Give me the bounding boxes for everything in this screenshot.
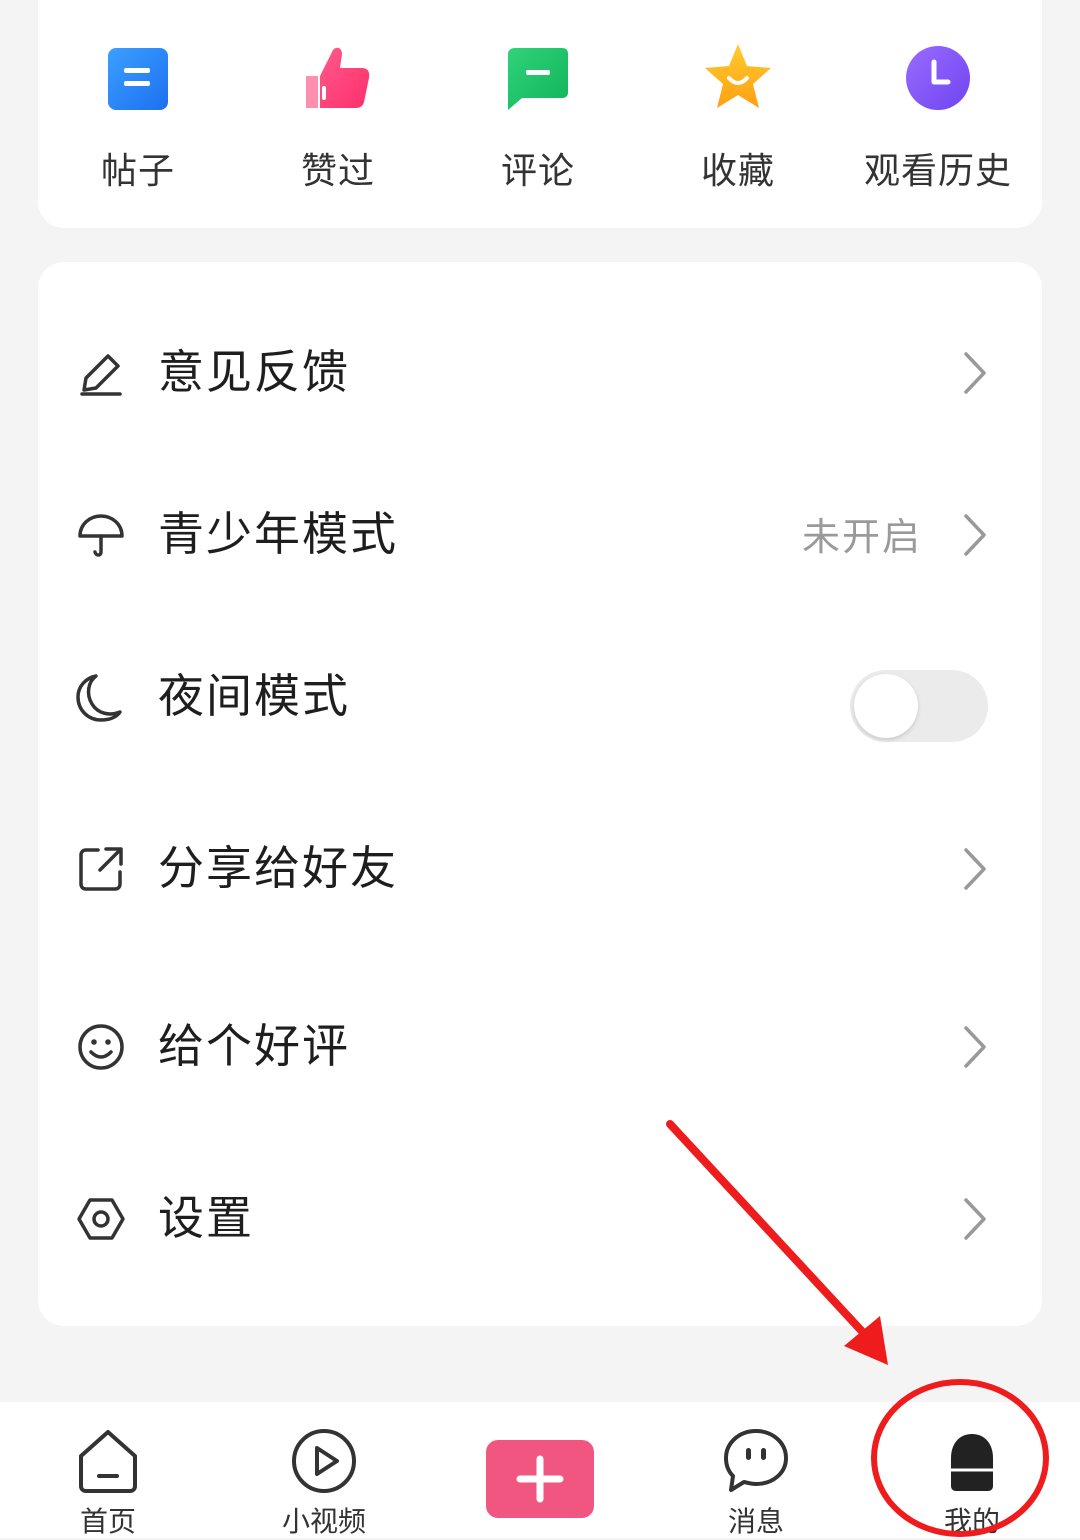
menu-item-share[interactable]: 分享给好友 (38, 808, 1042, 928)
toggle-knob (854, 674, 918, 738)
chevron-right-icon (964, 1026, 986, 1068)
pencil-icon (80, 354, 122, 396)
chat-bubble-icon (724, 1429, 788, 1492)
chevron-right-icon (964, 848, 986, 890)
share-label: 分享给好友 (158, 841, 398, 895)
tab-me[interactable]: 我的 (892, 1402, 1052, 1538)
bottom-tab-bar: 首页 小视频 消息 我的 (0, 1402, 1080, 1538)
star-icon (705, 44, 771, 108)
menu-card: 意见反馈 青少年模式 未开启 夜间模式 分享给好友 给个好评 设置 (38, 262, 1042, 1326)
user-icon (951, 1434, 993, 1491)
rate-label: 给个好评 (158, 1019, 350, 1073)
youth-mode-label: 青少年模式 (158, 507, 398, 561)
quick-item-favorites[interactable]: 收藏 (638, 0, 838, 228)
home-icon (79, 1430, 137, 1493)
menu-item-youth-mode[interactable]: 青少年模式 未开启 (38, 474, 1042, 594)
post-icon (108, 48, 168, 110)
night-mode-label: 夜间模式 (158, 669, 350, 723)
posts-label: 帖子 (100, 151, 175, 192)
history-label: 观看历史 (863, 151, 1012, 192)
night-mode-toggle[interactable] (850, 670, 988, 742)
tab-short-video-label: 小视频 (281, 1505, 366, 1538)
chevron-right-icon (964, 352, 986, 394)
tab-short-video[interactable]: 小视频 (244, 1402, 404, 1538)
plus-icon (516, 1455, 564, 1503)
comment-icon (508, 48, 568, 110)
menu-item-settings[interactable]: 设置 (38, 1158, 1042, 1278)
feedback-label: 意见反馈 (158, 345, 350, 399)
thumbs-up-icon (306, 47, 370, 108)
gear-icon (77, 1198, 125, 1240)
tab-me-label: 我的 (943, 1505, 1000, 1538)
umbrella-icon (78, 514, 124, 557)
quick-item-liked[interactable]: 赞过 (238, 0, 438, 228)
favorites-label: 收藏 (700, 151, 775, 192)
chevron-right-icon (964, 514, 986, 556)
tab-messages[interactable]: 消息 (676, 1402, 836, 1538)
menu-item-rate[interactable]: 给个好评 (38, 986, 1042, 1106)
play-circle-icon (292, 1429, 356, 1493)
chevron-right-icon (964, 1198, 986, 1240)
quick-item-comments[interactable]: 评论 (438, 0, 638, 228)
tab-home-label: 首页 (79, 1505, 136, 1538)
menu-item-night-mode: 夜间模式 (38, 636, 1042, 756)
tab-messages-label: 消息 (727, 1505, 784, 1538)
tab-home[interactable]: 首页 (28, 1402, 188, 1538)
moon-icon (76, 674, 122, 722)
smiley-icon (78, 1024, 124, 1070)
quick-access-card: 帖子 赞过 评论 收藏 观看历史 (38, 0, 1042, 228)
share-icon (79, 847, 123, 891)
youth-mode-status: 未开启 (801, 515, 922, 559)
create-post-button[interactable] (486, 1440, 594, 1518)
menu-item-feedback[interactable]: 意见反馈 (38, 312, 1042, 432)
settings-label: 设置 (158, 1191, 254, 1245)
comments-label: 评论 (500, 151, 575, 192)
quick-item-history[interactable]: 观看历史 (838, 0, 1038, 228)
liked-label: 赞过 (300, 151, 375, 192)
clock-icon (906, 46, 970, 110)
quick-item-posts[interactable]: 帖子 (38, 0, 238, 228)
